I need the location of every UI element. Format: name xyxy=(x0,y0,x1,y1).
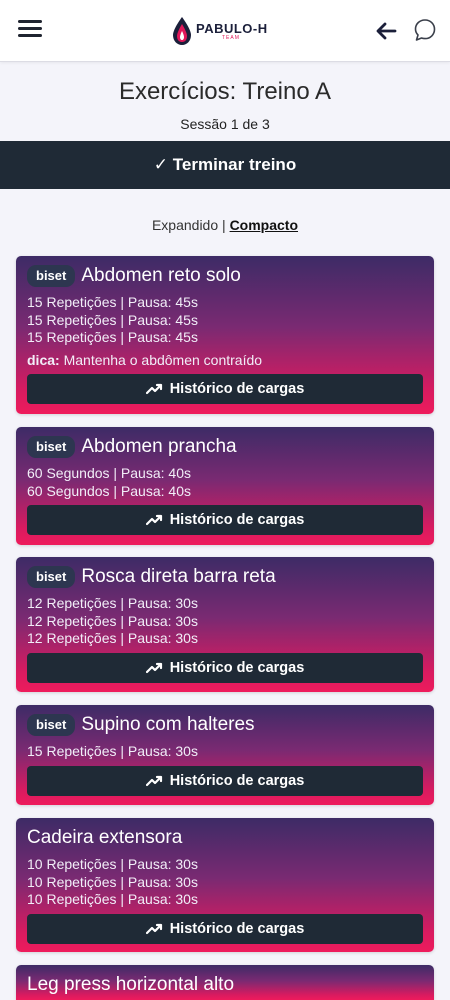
tip-label: dica: xyxy=(27,351,60,368)
arrow-left-icon[interactable] xyxy=(374,19,398,43)
load-history-button[interactable]: Histórico de cargas xyxy=(27,373,423,404)
exercise-name: Supino com halteres xyxy=(81,714,255,735)
exercise-card[interactable]: Cadeira extensora 10 Repetições | Pausa:… xyxy=(16,818,434,952)
load-history-button[interactable]: Histórico de cargas xyxy=(27,652,423,683)
exercise-name: Leg press horizontal alto xyxy=(27,974,235,995)
set-line: 60 Segundos | Pausa: 40s xyxy=(27,482,191,499)
set-line: 15 Repetições | Pausa: 45s xyxy=(27,329,198,345)
finish-workout-button[interactable]: ✓ Terminar treino xyxy=(0,141,450,189)
exercise-name: Abdomen reto solo xyxy=(81,265,241,286)
biset-badge: biset xyxy=(27,566,76,588)
tip-text: Mantenha o abdômen contraído xyxy=(63,351,263,368)
set-line: 12 Repetições | Pausa: 30s xyxy=(27,595,198,611)
hamburger-menu-icon[interactable] xyxy=(18,20,42,40)
load-history-button[interactable]: Histórico de cargas xyxy=(27,913,423,944)
load-history-label: Histórico de cargas xyxy=(169,659,305,676)
compact-view-option[interactable]: Compacto xyxy=(230,217,298,233)
trending-up-icon xyxy=(145,923,162,934)
trending-up-icon xyxy=(145,383,162,394)
session-indicator: Sessão 1 de 3 xyxy=(180,116,270,132)
exercise-card[interactable]: biset Abdomen reto solo 15 Repetições | … xyxy=(16,256,434,414)
set-line: 10 Repetições | Pausa: 30s xyxy=(27,856,198,872)
set-line: 12 Repetições | Pausa: 30s xyxy=(27,630,198,646)
expanded-view-option[interactable]: Expandido xyxy=(152,217,218,233)
load-history-button[interactable]: Histórico de cargas xyxy=(27,505,423,535)
logo-drop-icon xyxy=(173,17,191,45)
set-line: 60 Segundos | Pausa: 40s xyxy=(27,465,191,481)
exercise-name: Cadeira extensora xyxy=(27,827,183,848)
view-mode-toggle: Expandido | Compacto xyxy=(0,217,450,233)
load-history-label: Histórico de cargas xyxy=(169,380,305,397)
exercise-tip: dica: Mantenha o abdômen contraído xyxy=(27,352,423,369)
biset-badge: biset xyxy=(27,714,76,736)
trending-up-icon xyxy=(145,662,162,673)
load-history-label: Histórico de cargas xyxy=(169,512,305,528)
biset-badge: biset xyxy=(27,436,76,458)
logo-subtitle: TEAM xyxy=(222,34,240,41)
set-line: 15 Repetições | Pausa: 45s xyxy=(27,311,198,328)
trending-up-icon xyxy=(145,775,162,786)
load-history-label: Histórico de cargas xyxy=(169,772,305,789)
exercise-name: Abdomen prancha xyxy=(81,436,237,457)
view-toggle-separator: | xyxy=(222,217,226,233)
exercise-card[interactable]: biset Abdomen prancha 60 Segundos | Paus… xyxy=(16,427,434,545)
exercise-card[interactable]: Leg press horizontal alto xyxy=(16,965,434,1000)
set-line: 12 Repetições | Pausa: 30s xyxy=(27,612,198,629)
set-line: 15 Repetições | Pausa: 30s xyxy=(27,743,198,759)
trending-up-icon xyxy=(145,514,162,526)
set-line: 15 Repetições | Pausa: 45s xyxy=(27,294,198,310)
exercise-card[interactable]: biset Rosca direta barra reta 12 Repetiç… xyxy=(16,557,434,692)
page-title: Exercícios: Treino A xyxy=(118,78,332,105)
logo-name: PABULO-H xyxy=(196,20,268,36)
set-line: 10 Repetições | Pausa: 30s xyxy=(27,891,198,907)
biset-badge: biset xyxy=(27,265,76,287)
exercise-card[interactable]: biset Supino com halteres 15 Repetições … xyxy=(16,705,434,805)
top-app-bar: PABULO-H TEAM xyxy=(0,0,450,62)
load-history-label: Histórico de cargas xyxy=(169,920,305,937)
load-history-button[interactable]: Histórico de cargas xyxy=(27,765,423,796)
exercise-name: Rosca direta barra reta xyxy=(81,566,276,587)
set-line: 10 Repetições | Pausa: 30s xyxy=(27,873,198,890)
chat-bubble-icon[interactable] xyxy=(412,17,438,43)
app-logo[interactable]: PABULO-H TEAM xyxy=(172,14,268,48)
